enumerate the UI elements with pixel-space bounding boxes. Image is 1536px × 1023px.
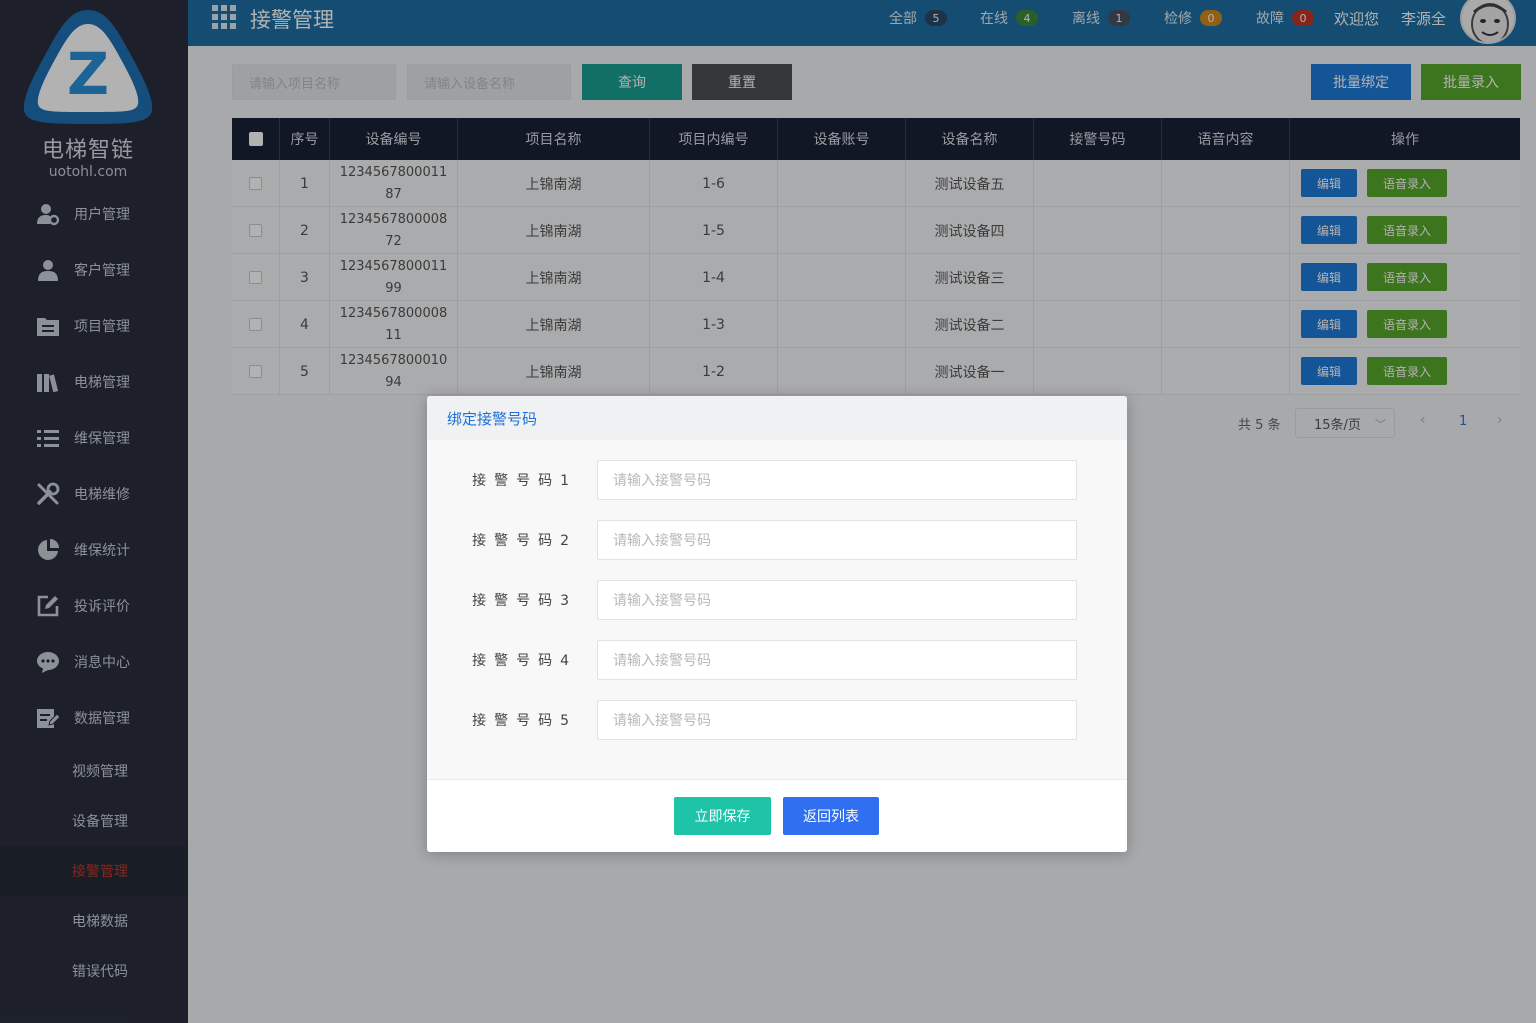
bind-alarm-number-dialog: 绑定接警号码 接警号码1 请输入接警号码 接警号码2 请输入接警号码 接警号码3… [427,396,1127,852]
form-row: 接警号码1 请输入接警号码 [427,460,1127,500]
dialog-title: 绑定接警号码 [427,396,1127,440]
alarm-number-2-input[interactable]: 请输入接警号码 [597,520,1077,560]
field-label: 接警号码3 [472,593,577,609]
form-row: 接警号码5 请输入接警号码 [427,700,1127,740]
field-label: 接警号码4 [472,653,577,669]
save-button[interactable]: 立即保存 [674,797,771,835]
field-label: 接警号码1 [472,473,577,489]
form-row: 接警号码4 请输入接警号码 [427,640,1127,680]
form-row: 接警号码3 请输入接警号码 [427,580,1127,620]
alarm-number-5-input[interactable]: 请输入接警号码 [597,700,1077,740]
back-to-list-button[interactable]: 返回列表 [783,797,879,835]
field-label: 接警号码5 [472,713,577,729]
field-label: 接警号码2 [472,533,577,549]
form-row: 接警号码2 请输入接警号码 [427,520,1127,560]
dialog-body: 接警号码1 请输入接警号码 接警号码2 请输入接警号码 接警号码3 请输入接警号… [427,440,1127,780]
alarm-number-1-input[interactable]: 请输入接警号码 [597,460,1077,500]
alarm-number-3-input[interactable]: 请输入接警号码 [597,580,1077,620]
alarm-number-4-input[interactable]: 请输入接警号码 [597,640,1077,680]
